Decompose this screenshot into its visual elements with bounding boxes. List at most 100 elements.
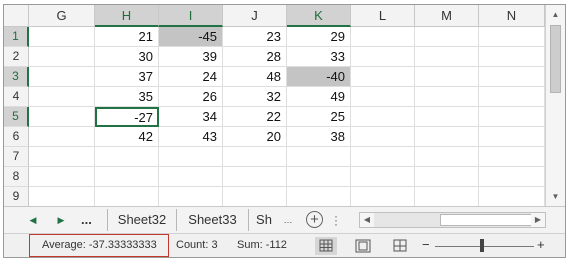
cell-k1[interactable]: 29 xyxy=(287,27,351,47)
cell-i1[interactable]: -45 xyxy=(159,27,223,47)
cell-k3[interactable]: -40 xyxy=(287,67,351,87)
cell-l3[interactable] xyxy=(351,67,415,87)
cell-i5[interactable]: 34 xyxy=(159,107,223,127)
cell-g2[interactable] xyxy=(29,47,95,67)
cell-n4[interactable] xyxy=(479,87,545,107)
row-header-8[interactable]: 8 xyxy=(4,167,29,187)
cell-i6[interactable]: 43 xyxy=(159,127,223,147)
cell-g8[interactable] xyxy=(29,167,95,187)
spreadsheet-grid[interactable]: G H I J K L M N 1 2 3 4 5 6 7 8 9 21 30 37… xyxy=(4,5,545,206)
cell-l1[interactable] xyxy=(351,27,415,47)
cell-k7[interactable] xyxy=(287,147,351,167)
row-header-9[interactable]: 9 xyxy=(4,187,29,206)
cell-h8[interactable] xyxy=(95,167,159,187)
cell-k5[interactable]: 25 xyxy=(287,107,351,127)
cell-i2[interactable]: 39 xyxy=(159,47,223,67)
cell-l4[interactable] xyxy=(351,87,415,107)
scroll-up-arrow-icon[interactable]: ▲ xyxy=(550,9,561,20)
cell-l2[interactable] xyxy=(351,47,415,67)
sheet-tab-sheet33[interactable]: Sheet33 xyxy=(177,209,249,231)
cell-j3[interactable]: 48 xyxy=(223,67,287,87)
cell-i9[interactable] xyxy=(159,187,223,206)
cell-h6[interactable]: 42 xyxy=(95,127,159,147)
row-header-3[interactable]: 3 xyxy=(4,67,29,87)
cell-n5[interactable] xyxy=(479,107,545,127)
cell-n7[interactable] xyxy=(479,147,545,167)
cell-h5[interactable]: -27 xyxy=(95,107,159,127)
row-header-4[interactable]: 4 xyxy=(4,87,29,107)
cell-i8[interactable] xyxy=(159,167,223,187)
page-layout-view-icon[interactable] xyxy=(352,237,374,255)
cell-h2[interactable]: 30 xyxy=(95,47,159,67)
column-header-h[interactable]: H xyxy=(95,5,159,27)
row-header-5[interactable]: 5 xyxy=(4,107,29,127)
scroll-down-arrow-icon[interactable]: ▼ xyxy=(550,191,561,202)
cell-j1[interactable]: 23 xyxy=(223,27,287,47)
column-header-n[interactable]: N xyxy=(479,5,545,27)
cell-m5[interactable] xyxy=(415,107,479,127)
scroll-right-arrow-icon[interactable]: ▶ xyxy=(531,213,545,227)
cell-n6[interactable] xyxy=(479,127,545,147)
scroll-left-arrow-icon[interactable]: ◀ xyxy=(360,213,374,227)
cell-i4[interactable]: 26 xyxy=(159,87,223,107)
cell-h1[interactable]: 21 xyxy=(95,27,159,47)
sheet-tab-sheet32[interactable]: Sheet32 xyxy=(107,209,177,231)
zoom-in-button[interactable]: + xyxy=(537,237,545,253)
row-header-7[interactable]: 7 xyxy=(4,147,29,167)
cell-j7[interactable] xyxy=(223,147,287,167)
cell-m7[interactable] xyxy=(415,147,479,167)
cell-l6[interactable] xyxy=(351,127,415,147)
cell-n8[interactable] xyxy=(479,167,545,187)
cell-l5[interactable] xyxy=(351,107,415,127)
cell-h4[interactable]: 35 xyxy=(95,87,159,107)
cell-j5[interactable]: 22 xyxy=(223,107,287,127)
cell-k8[interactable] xyxy=(287,167,351,187)
cell-l7[interactable] xyxy=(351,147,415,167)
cell-m8[interactable] xyxy=(415,167,479,187)
more-sheets-ellipsis[interactable]: ... xyxy=(81,212,92,228)
row-header-6[interactable]: 6 xyxy=(4,127,29,147)
cell-j9[interactable] xyxy=(223,187,287,206)
cell-h7[interactable] xyxy=(95,147,159,167)
sheet-tab-truncated[interactable]: Sh xyxy=(249,209,279,231)
horizontal-scroll-thumb[interactable] xyxy=(440,214,533,226)
vertical-scrollbar[interactable]: ▲ ▼ xyxy=(545,5,565,206)
cell-m4[interactable] xyxy=(415,87,479,107)
cell-m1[interactable] xyxy=(415,27,479,47)
cell-k9[interactable] xyxy=(287,187,351,206)
next-sheet-arrow-icon[interactable]: ▶ xyxy=(54,212,68,228)
cell-j6[interactable]: 20 xyxy=(223,127,287,147)
cell-g6[interactable] xyxy=(29,127,95,147)
column-header-i[interactable]: I xyxy=(159,5,223,27)
cell-i7[interactable] xyxy=(159,147,223,167)
zoom-slider-thumb[interactable] xyxy=(480,239,484,252)
cell-n9[interactable] xyxy=(479,187,545,206)
column-header-k[interactable]: K xyxy=(287,5,351,27)
cell-m3[interactable] xyxy=(415,67,479,87)
cell-g1[interactable] xyxy=(29,27,95,47)
cell-n2[interactable] xyxy=(479,47,545,67)
row-header-1[interactable]: 1 xyxy=(4,27,29,47)
cell-m9[interactable] xyxy=(415,187,479,206)
cell-k2[interactable]: 33 xyxy=(287,47,351,67)
zoom-slider-track[interactable] xyxy=(435,246,534,247)
cell-j2[interactable]: 28 xyxy=(223,47,287,67)
cell-m6[interactable] xyxy=(415,127,479,147)
row-header-2[interactable]: 2 xyxy=(4,47,29,67)
cell-g5[interactable] xyxy=(29,107,95,127)
cell-l8[interactable] xyxy=(351,167,415,187)
column-header-m[interactable]: M xyxy=(415,5,479,27)
vertical-scroll-thumb[interactable] xyxy=(550,25,561,93)
cell-m2[interactable] xyxy=(415,47,479,67)
zoom-out-button[interactable]: − xyxy=(422,237,430,253)
normal-view-icon[interactable] xyxy=(315,237,337,255)
cell-k6[interactable]: 38 xyxy=(287,127,351,147)
more-tabs-ellipsis-icon[interactable]: … xyxy=(281,212,295,228)
cell-j4[interactable]: 32 xyxy=(223,87,287,107)
prev-sheet-arrow-icon[interactable]: ◀ xyxy=(26,212,40,228)
cell-k4[interactable]: 49 xyxy=(287,87,351,107)
select-all-corner[interactable] xyxy=(4,5,29,27)
cell-n1[interactable] xyxy=(479,27,545,47)
add-sheet-icon[interactable]: + xyxy=(306,211,323,228)
column-header-j[interactable]: J xyxy=(223,5,287,27)
